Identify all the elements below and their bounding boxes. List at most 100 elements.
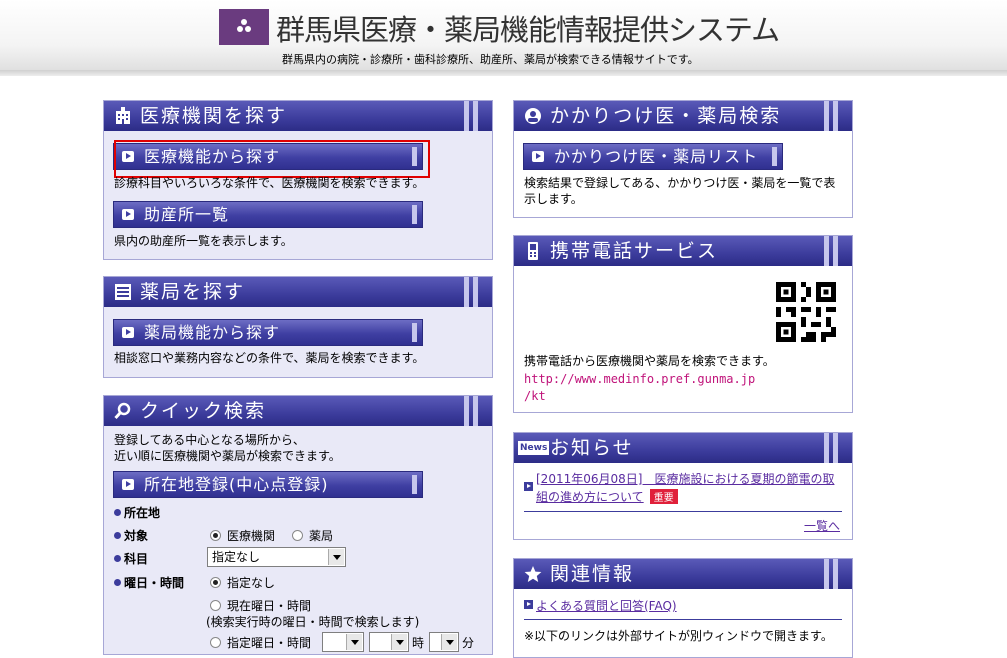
time-label: 曜日・時間: [114, 574, 184, 591]
title-stripes: [464, 396, 486, 426]
button-end-cap: [412, 323, 417, 342]
time-now-note: (検索実行時の曜日・時間で検索します): [206, 615, 420, 629]
minute-select[interactable]: [429, 632, 459, 652]
pharmacy-function-search-label: 薬局機能から探す: [144, 323, 281, 342]
location-register-label: 所在地登録(中心点登録): [144, 475, 329, 494]
radio-checked-icon: [210, 577, 221, 588]
kakaritsuke-list-button[interactable]: かかりつけ医・薬局リスト: [523, 143, 783, 170]
radio-checked-icon: [210, 530, 221, 541]
faq-link[interactable]: よくある質問と回答(FAQ): [536, 597, 677, 614]
midwife-list-label: 助産所一覧: [144, 205, 230, 224]
header-shadow: [0, 70, 1007, 76]
target-label: 対象: [114, 527, 148, 544]
quick-panel-title: クイック検索: [104, 396, 492, 426]
dept-select[interactable]: 指定なし: [207, 547, 346, 567]
arrow-right-icon: [122, 327, 134, 338]
star-icon: [524, 566, 542, 582]
important-badge: 重要: [649, 489, 678, 504]
news-item-line2-text: 組の進め方について: [536, 490, 644, 504]
kakaritsuke-desc-line1: 検索結果で登録してある、かかりつけ医・薬局を一覧で表: [524, 176, 836, 190]
quick-desc-line2: 近い順に医療機関や薬局が検索できます。: [114, 449, 341, 463]
news-panel-title-text: お知らせ: [550, 437, 634, 459]
dept-label-text: 科目: [124, 552, 149, 566]
time-radio-now[interactable]: 現在曜日・時間: [210, 597, 311, 614]
location-register-button[interactable]: 所在地登録(中心点登録): [113, 471, 423, 498]
kakaritsuke-desc-line2: 示します。: [524, 192, 583, 206]
chevron-down-icon: [346, 634, 362, 650]
time-option-specify: 指定曜日・時間: [227, 636, 312, 650]
bullet-icon: [114, 555, 121, 562]
medical-panel-title: 医療機関を探す: [104, 101, 492, 131]
mobile-phone-icon: [528, 242, 538, 260]
bullet-icon: [114, 532, 121, 539]
arrow-right-icon: [532, 151, 544, 162]
button-end-cap: [412, 205, 417, 224]
mobile-panel-title: 携帯電話サービス: [514, 236, 852, 266]
time-option-now: 現在曜日・時間: [227, 599, 312, 613]
external-note: ※以下のリンクは外部サイトが別ウィンドウで開きます。: [524, 629, 833, 643]
target-label-text: 対象: [124, 529, 149, 543]
chevron-down-icon: [328, 549, 344, 565]
arrow-right-icon: [524, 600, 533, 609]
kakaritsuke-list-label: かかりつけ医・薬局リスト: [554, 147, 759, 166]
time-radio-none[interactable]: 指定なし: [210, 574, 275, 591]
target-option-pharmacy: 薬局: [309, 529, 334, 543]
news-divider: [524, 511, 842, 512]
related-divider: [524, 619, 842, 620]
dept-label: 科目: [114, 550, 148, 567]
day-select[interactable]: [322, 632, 364, 652]
title-stripes: [464, 277, 486, 307]
mobile-url-line1[interactable]: http://www.medinfo.pref.gunma.jp: [524, 372, 755, 386]
title-stripes: [824, 236, 846, 266]
prefecture-logo: [219, 9, 269, 45]
time-option-none: 指定なし: [227, 576, 276, 590]
qr-code-icon: [776, 282, 836, 342]
address-label-text: 所在地: [124, 506, 161, 520]
button-end-cap: [412, 475, 417, 494]
midwife-list-desc: 県内の助産所一覧を表示します。: [114, 234, 293, 248]
target-option-medical: 医療機関: [227, 529, 276, 543]
site-subtitle: 群馬県内の病院・診療所・歯科診療所、助産所、薬局が検索できる情報サイトです。: [282, 53, 699, 66]
magnifier-icon: [114, 402, 131, 420]
news-item-line2[interactable]: 組の進め方について 重要: [536, 488, 678, 505]
mobile-url-line2[interactable]: /kt: [524, 389, 546, 403]
quick-desc-line1: 登録してある中心となる場所から、: [114, 433, 305, 447]
target-radio-pharmacy[interactable]: 薬局: [292, 527, 333, 544]
title-stripes: [824, 559, 846, 589]
arrow-right-icon: [122, 479, 134, 490]
highlight-box: [114, 140, 430, 178]
mobile-panel-title-text: 携帯電話サービス: [550, 240, 719, 262]
site-title: 群馬県医療・薬局機能情報提供システム: [276, 13, 780, 47]
radio-unchecked-icon: [210, 600, 221, 611]
bullet-icon: [114, 509, 121, 516]
news-icon: News: [518, 441, 550, 455]
related-panel-title: 関連情報: [514, 559, 852, 589]
bullet-icon: [114, 579, 121, 586]
medical-function-search-desc: 診療科目やいろいろな条件で、医療機関を検索できます。: [114, 176, 425, 190]
news-item-line1[interactable]: [2011年06月08日] 医療施設における夏期の節電の取: [536, 470, 834, 487]
flower-icon: [237, 19, 251, 32]
target-radio-medical[interactable]: 医療機関: [210, 527, 275, 544]
news-panel-title: News お知らせ: [514, 433, 852, 463]
midwife-list-button[interactable]: 助産所一覧: [113, 201, 423, 228]
medical-panel-title-text: 医療機関を探す: [140, 105, 288, 127]
title-stripes: [824, 433, 846, 463]
hour-select[interactable]: [369, 632, 409, 652]
pharmacy-function-search-button[interactable]: 薬局機能から探す: [113, 319, 423, 346]
kakaritsuke-panel-title-text: かかりつけ医・薬局検索: [550, 105, 782, 127]
chevron-down-icon: [391, 634, 407, 650]
doctor-icon: [525, 108, 541, 124]
dept-select-value: 指定なし: [212, 550, 261, 564]
arrow-right-icon: [524, 482, 533, 491]
chevron-down-icon: [441, 634, 457, 650]
pharmacy-panel-title: 薬局を探す: [104, 277, 492, 307]
pharmacy-panel-title-text: 薬局を探す: [140, 281, 246, 303]
quick-panel-title-text: クイック検索: [140, 400, 267, 422]
pharmacy-icon: [115, 284, 131, 300]
news-more-link[interactable]: 一覧へ: [804, 517, 840, 534]
title-stripes: [464, 101, 486, 131]
mobile-desc: 携帯電話から医療機関や薬局を検索できます。: [524, 354, 775, 368]
title-stripes: [824, 101, 846, 131]
arrow-right-icon: [122, 209, 134, 220]
related-panel-title-text: 関連情報: [550, 563, 635, 585]
